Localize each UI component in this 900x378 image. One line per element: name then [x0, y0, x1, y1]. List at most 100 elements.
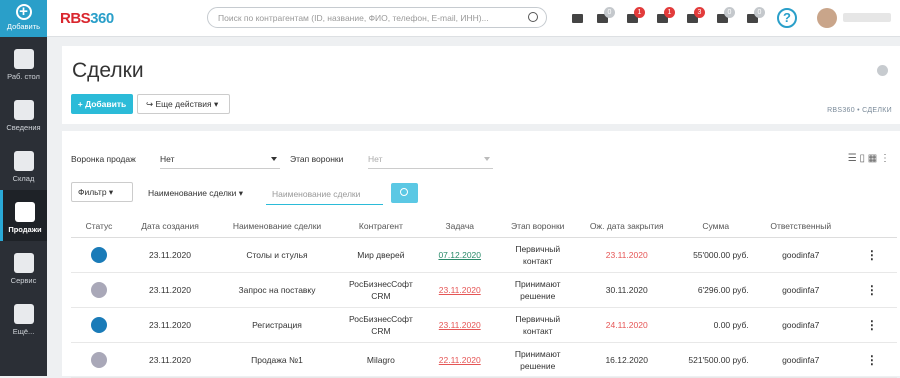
table-row[interactable]: 23.11.2020 Регистрация РосБизнесСофт CRM 23…: [71, 307, 897, 343]
help-icon[interactable]: ?: [777, 8, 797, 28]
page-title: Сделки: [72, 59, 144, 82]
stage-cell: Принимают решение: [498, 272, 577, 308]
close-date-cell: 23.11.2020: [576, 237, 677, 273]
sidebar-item-info[interactable]: Сведения: [0, 88, 47, 139]
chat-badge: 1: [664, 7, 675, 18]
stage-select[interactable]: Нет: [368, 154, 493, 169]
status-dot[interactable]: [91, 281, 107, 298]
deal-name-input[interactable]: Наименование сделки: [266, 185, 383, 205]
col-header[interactable]: Контрагент: [341, 215, 421, 238]
sidebar-add-label: Добавить: [6, 22, 41, 31]
task-link[interactable]: 23.11.2020: [420, 272, 499, 308]
deal-name-cell[interactable]: Регистрация: [213, 307, 341, 343]
col-header[interactable]: Сумма: [676, 215, 755, 238]
col-header[interactable]: Этап воронки: [498, 215, 577, 238]
contractor-cell[interactable]: РосБизнесСофт CRM: [341, 272, 421, 308]
calendar-icon[interactable]: [572, 14, 583, 23]
created-cell: 23.11.2020: [127, 307, 213, 343]
contractor-cell[interactable]: Мир дверей: [341, 237, 421, 273]
sidebar-item-label: Раб. стол: [7, 72, 40, 81]
sidebar-add-button[interactable]: + Добавить: [0, 0, 47, 37]
col-header[interactable]: Ответственный: [754, 215, 847, 238]
table-row[interactable]: 23.11.2020 Запрос на поставку РосБизнесСоф…: [71, 272, 897, 308]
id-card-icon: [13, 100, 34, 120]
status-cell[interactable]: [71, 272, 127, 308]
view-switcher[interactable]: ☰ ▯ ▦ ⋮: [848, 153, 890, 164]
page-header: Сделки + Добавить ↪ Еще действия ▾ RBS36…: [62, 46, 900, 124]
created-cell: 23.11.2020: [127, 237, 213, 273]
table-row[interactable]: 23.11.2020 Продажа №1 Milagro 22.11.2020 При…: [71, 342, 897, 378]
col-header[interactable]: Статус: [71, 215, 127, 238]
row-menu-icon[interactable]: ⋮: [846, 272, 897, 308]
comments-badge: 3: [694, 7, 705, 18]
stage-label: Этап воронки: [290, 154, 344, 164]
owner-cell: goodinfa7: [754, 237, 847, 273]
sum-cell: 521'500.00 руб.: [676, 342, 755, 378]
task-link[interactable]: 07.12.2020: [420, 237, 499, 273]
sidebar-item-label: Сервис: [10, 276, 37, 285]
funnel-label: Воронка продаж: [71, 154, 136, 164]
breadcrumb: RBS360 • СДЕЛКИ: [827, 107, 892, 114]
status-cell[interactable]: [71, 237, 127, 273]
status-cell[interactable]: [71, 342, 127, 378]
sidebar-item-desktop[interactable]: Раб. стол: [0, 37, 47, 88]
cubes-icon: [13, 151, 34, 171]
add-deal-button[interactable]: + Добавить: [71, 94, 133, 114]
close-date-cell: 16.12.2020: [576, 342, 677, 378]
sidebar: + Добавить Раб. стол Сведения Склад Прод…: [0, 0, 47, 376]
search-input[interactable]: Поиск по контрагентам (ID, название, ФИО…: [207, 7, 547, 28]
more-actions-button[interactable]: ↪ Еще действия ▾: [137, 94, 230, 114]
row-menu-icon[interactable]: ⋮: [846, 237, 897, 273]
sidebar-item-sales[interactable]: Продажи: [0, 190, 47, 241]
status-dot[interactable]: [91, 351, 107, 368]
field-select[interactable]: Наименование сделки ▾: [148, 188, 253, 203]
sidebar-item-service[interactable]: Сервис: [0, 241, 47, 292]
top-bar: RBS360 Поиск по контрагентам (ID, назван…: [47, 0, 900, 37]
user-name-blurred[interactable]: [843, 13, 891, 22]
avatar[interactable]: [817, 8, 837, 28]
sidebar-item-label: Склад: [12, 174, 35, 183]
cart-icon: [15, 202, 35, 222]
wrench-icon: [13, 253, 34, 273]
sum-cell: 55'000.00 руб.: [676, 237, 755, 273]
contractor-cell[interactable]: Milagro: [341, 342, 421, 378]
search-button[interactable]: [391, 183, 418, 203]
col-header[interactable]: Наименование сделки: [213, 215, 341, 238]
table-row[interactable]: 23.11.2020 Столы и стулья Мир дверей 07.12.…: [71, 237, 897, 273]
col-header[interactable]: Задача: [420, 215, 499, 238]
col-header[interactable]: Дата создания: [127, 215, 213, 238]
deal-name-cell[interactable]: Столы и стулья: [213, 237, 341, 273]
plus-icon: +: [15, 4, 32, 20]
deal-name-cell[interactable]: Продажа №1: [213, 342, 341, 378]
sidebar-item-label: Ещё...: [12, 327, 35, 336]
logo[interactable]: RBS360: [60, 10, 114, 27]
row-menu-icon[interactable]: ⋮: [846, 342, 897, 378]
funnel-select[interactable]: Нет: [160, 154, 280, 169]
col-header[interactable]: Ож. дата закрытия: [576, 215, 677, 238]
search-icon: [400, 188, 408, 196]
mail-badge: 1: [634, 7, 645, 18]
sidebar-item-label: Сведения: [6, 123, 41, 132]
gear-icon[interactable]: [877, 65, 888, 76]
chevron-down-icon: [271, 157, 277, 161]
sidebar-item-warehouse[interactable]: Склад: [0, 139, 47, 190]
task-link[interactable]: 23.11.2020: [420, 307, 499, 343]
close-date-cell: 30.11.2020: [576, 272, 677, 308]
filter-button[interactable]: Фильтр ▾: [71, 182, 133, 202]
status-dot[interactable]: [91, 246, 107, 263]
deals-panel: Воронка продаж Нет Этап воронки Нет ☰ ▯ …: [62, 131, 900, 378]
status-dot[interactable]: [91, 316, 107, 333]
grid-icon: [13, 304, 34, 324]
contractor-cell[interactable]: РосБизнесСофт CRM: [341, 307, 421, 343]
pie-chart-icon: [13, 49, 34, 69]
sum-cell: 0.00 руб.: [676, 307, 755, 343]
task-link[interactable]: 22.11.2020: [420, 342, 499, 378]
deal-name-cell[interactable]: Запрос на поставку: [213, 272, 341, 308]
row-menu-icon[interactable]: ⋮: [846, 307, 897, 343]
sidebar-item-label: Продажи: [8, 225, 42, 234]
tasks-badge: 0: [604, 7, 615, 18]
search-icon[interactable]: [528, 12, 538, 22]
owner-cell: goodinfa7: [754, 272, 847, 308]
sidebar-item-more[interactable]: Ещё...: [0, 292, 47, 343]
status-cell[interactable]: [71, 307, 127, 343]
